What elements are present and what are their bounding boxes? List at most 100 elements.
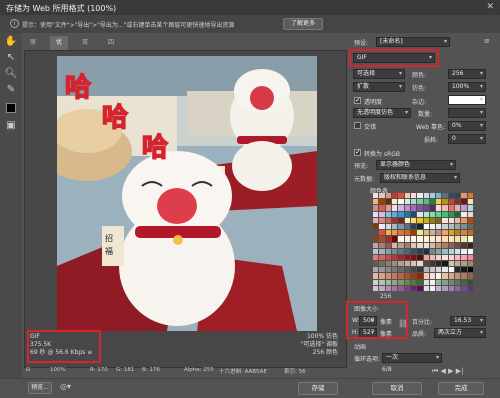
web-snap-field[interactable]: 0% <box>448 121 486 131</box>
color-swatch[interactable] <box>467 285 473 291</box>
reduction-select[interactable]: 可选择 <box>353 69 405 79</box>
color-swatch[interactable] <box>404 267 410 273</box>
color-swatch[interactable] <box>455 211 461 217</box>
color-swatch[interactable] <box>461 254 467 261</box>
color-swatch[interactable] <box>429 242 436 248</box>
color-swatch[interactable] <box>423 254 429 261</box>
color-swatch[interactable] <box>379 230 385 236</box>
transparency-dither-select[interactable]: 无透明度仿色 <box>353 108 411 118</box>
color-swatch[interactable] <box>461 230 467 236</box>
color-swatch[interactable] <box>391 267 398 273</box>
color-swatch[interactable] <box>417 230 423 236</box>
color-swatch[interactable] <box>436 267 442 273</box>
color-swatch[interactable] <box>373 223 379 230</box>
color-swatch[interactable] <box>404 199 410 205</box>
color-swatch[interactable] <box>467 279 473 285</box>
color-swatch[interactable] <box>410 285 417 291</box>
color-swatch[interactable] <box>442 223 448 230</box>
percent-field[interactable]: 16.53 <box>450 316 486 326</box>
color-swatch[interactable] <box>429 205 436 211</box>
color-swatch[interactable] <box>373 242 379 248</box>
color-swatch[interactable] <box>448 199 455 205</box>
color-swatch[interactable] <box>385 267 391 273</box>
color-swatch[interactable] <box>379 236 385 242</box>
color-swatch[interactable] <box>385 230 391 236</box>
color-swatch[interactable] <box>436 223 442 230</box>
color-swatch[interactable] <box>461 199 467 205</box>
color-swatch[interactable] <box>373 254 379 261</box>
color-swatch[interactable] <box>442 285 448 291</box>
color-swatch[interactable] <box>410 199 417 205</box>
color-swatch[interactable] <box>398 267 404 273</box>
color-swatch[interactable] <box>398 261 404 267</box>
color-swatch[interactable] <box>467 273 473 279</box>
color-swatch[interactable] <box>448 285 455 291</box>
color-swatch[interactable] <box>373 211 379 217</box>
preview-button[interactable]: 预览... <box>28 382 52 394</box>
color-swatch[interactable] <box>398 242 404 248</box>
zoom-icon[interactable]: 🔍︎ <box>4 67 18 81</box>
lossy-field[interactable]: 0 <box>448 134 486 144</box>
color-swatch[interactable] <box>417 199 423 205</box>
color-swatch[interactable] <box>423 211 429 217</box>
loop-select[interactable]: 一次 <box>382 353 442 363</box>
done-button[interactable]: 完成 <box>438 382 484 395</box>
color-swatch[interactable] <box>410 211 417 217</box>
color-swatch[interactable] <box>436 211 442 217</box>
color-swatch[interactable] <box>423 267 429 273</box>
color-swatch[interactable] <box>398 254 404 261</box>
color-swatch[interactable] <box>417 267 423 273</box>
color-swatch[interactable] <box>442 254 448 261</box>
color-swatch[interactable] <box>398 230 404 236</box>
color-swatch[interactable] <box>467 254 473 261</box>
color-swatch[interactable] <box>404 261 410 267</box>
color-swatch[interactable] <box>404 205 410 211</box>
color-swatch[interactable] <box>391 199 398 205</box>
color-swatch[interactable] <box>373 205 379 211</box>
color-swatch[interactable] <box>398 193 404 199</box>
color-swatch[interactable] <box>442 261 448 267</box>
color-swatch[interactable] <box>436 279 442 285</box>
interlaced-checkbox[interactable] <box>354 122 361 129</box>
zoom-minus-button[interactable]: ⊟ <box>26 367 31 373</box>
color-swatch[interactable] <box>379 248 385 254</box>
color-swatch[interactable] <box>410 205 417 211</box>
close-icon[interactable]: ✕ <box>486 2 494 12</box>
color-swatch[interactable] <box>410 236 417 242</box>
color-swatch[interactable] <box>379 217 385 223</box>
first-frame-icon[interactable]: ⏮ <box>432 367 438 375</box>
color-swatch[interactable] <box>442 211 448 217</box>
matte-select[interactable] <box>448 95 486 105</box>
color-swatch[interactable] <box>385 242 391 248</box>
color-swatch[interactable] <box>391 205 398 211</box>
color-swatch[interactable] <box>373 193 379 199</box>
learn-more-button[interactable]: 了解更多 <box>283 18 323 30</box>
color-swatch[interactable] <box>448 254 455 261</box>
color-swatch[interactable] <box>391 279 398 285</box>
color-swatch[interactable] <box>455 279 461 285</box>
color-swatch[interactable] <box>455 205 461 211</box>
color-swatch[interactable] <box>379 242 385 248</box>
preset-select[interactable]: [未命名] <box>376 37 450 47</box>
color-swatch[interactable] <box>448 205 455 211</box>
color-swatch[interactable] <box>385 273 391 279</box>
color-swatch[interactable] <box>417 211 423 217</box>
color-swatch[interactable] <box>436 217 442 223</box>
zoom-value[interactable]: 100% <box>50 367 66 373</box>
color-swatch[interactable] <box>410 279 417 285</box>
color-swatch[interactable] <box>455 217 461 223</box>
color-swatch[interactable] <box>373 279 379 285</box>
slice-select-icon[interactable]: ↖ <box>4 51 18 65</box>
color-swatch[interactable] <box>398 236 404 242</box>
color-swatch[interactable] <box>385 261 391 267</box>
color-swatch[interactable] <box>379 199 385 205</box>
color-swatch[interactable] <box>417 217 423 223</box>
color-swatch[interactable] <box>404 223 410 230</box>
preview-image[interactable]: 大 招 福 哈 哈 哈 <box>57 56 317 331</box>
color-swatch[interactable] <box>429 230 436 236</box>
color-swatch[interactable] <box>436 242 442 248</box>
color-swatch[interactable] <box>455 242 461 248</box>
color-swatch[interactable] <box>448 193 455 199</box>
color-swatch[interactable] <box>391 248 398 254</box>
color-swatch[interactable] <box>429 279 436 285</box>
